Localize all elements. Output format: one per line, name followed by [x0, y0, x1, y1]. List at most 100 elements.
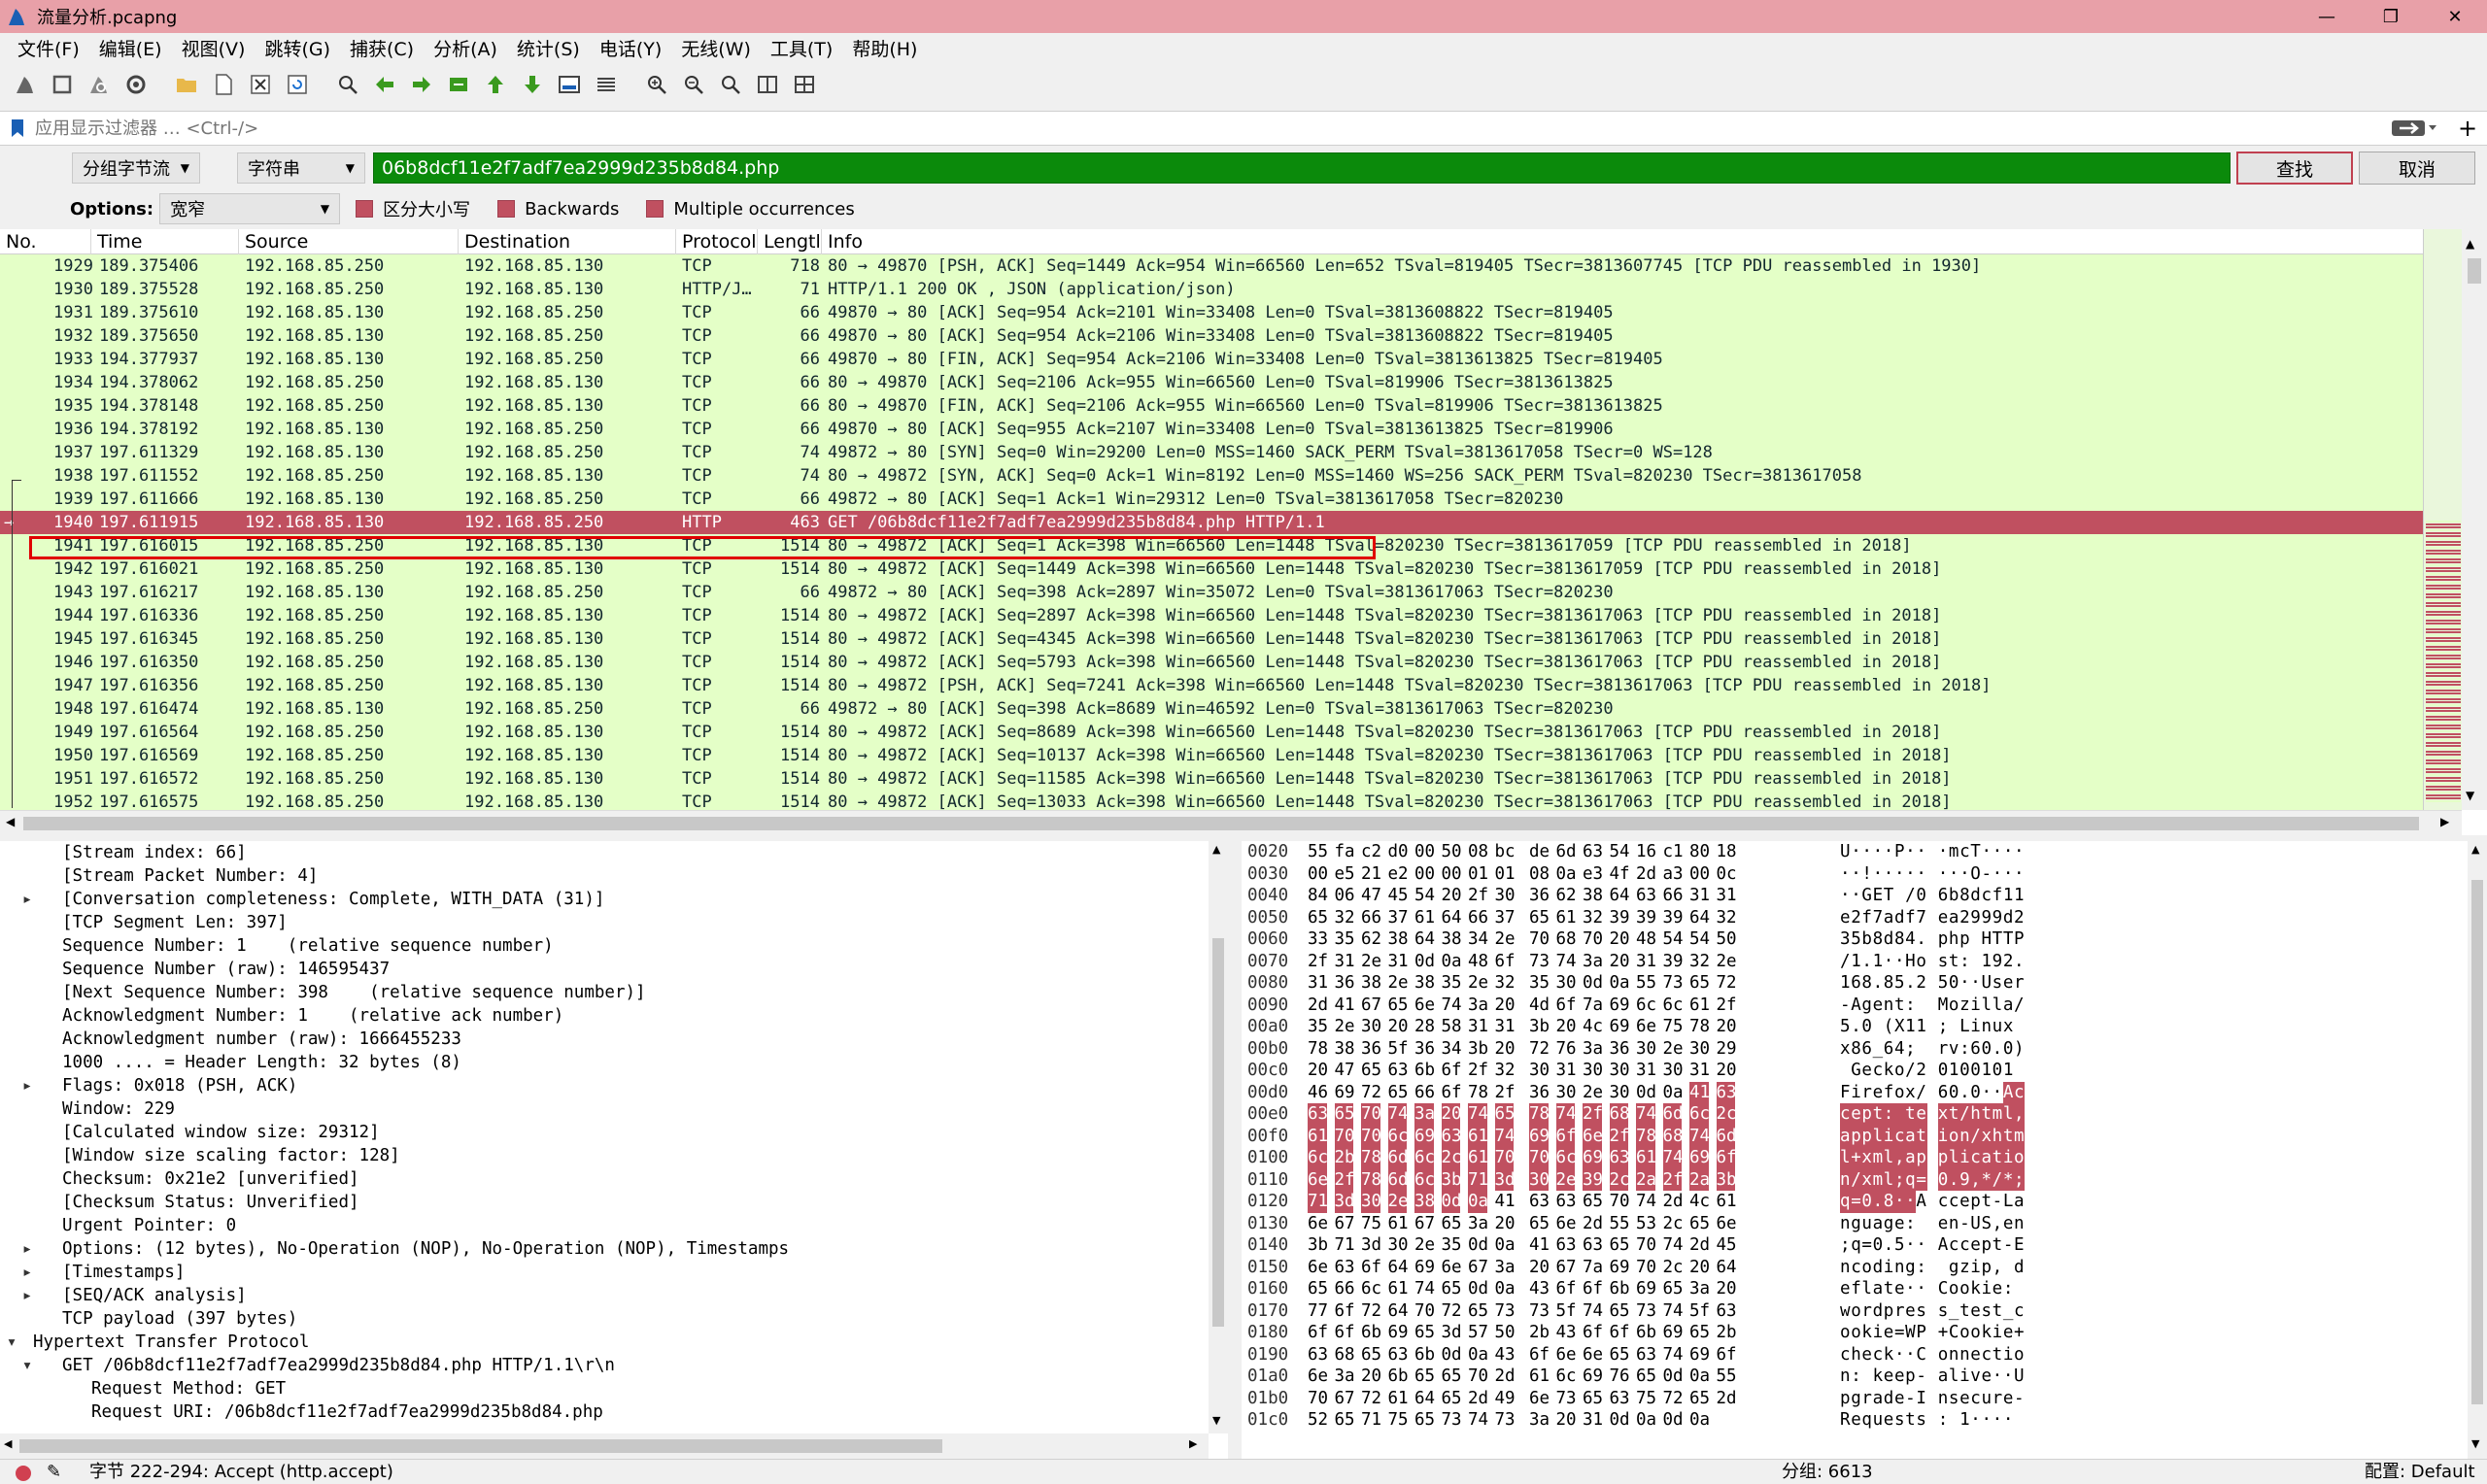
- hex-row[interactable]: 0040 84 06 47 45 54 20 2f 30 36 62 38 64 63 66 31 31 ··GE…: [1242, 885, 2446, 907]
- hex-row[interactable]: 0150 6e 63 6f 64 69 6e 67 3a 20 67 7a 69 70 2c 20 64 ncod…: [1242, 1257, 2446, 1279]
- collapse-arrow-icon[interactable]: ▾: [19, 1354, 35, 1377]
- resize-columns-button[interactable]: [752, 69, 783, 100]
- cancel-button[interactable]: 取消: [2359, 152, 2475, 185]
- hex-row[interactable]: 00d0 46 69 72 65 66 6f 78 2f 36 30 2e 30 0d 0a 41 63 Fire…: [1242, 1081, 2446, 1103]
- reload-file-button[interactable]: [282, 69, 313, 100]
- maximize-button[interactable]: ❐: [2359, 0, 2423, 33]
- detail-tree-item[interactable]: Sequence Number: 1 (relative sequence nu…: [0, 934, 1205, 958]
- hex-row[interactable]: 0020 55 fa c2 d0 00 50 08 bc de 6d 63 54 16 c1 80 18 U···…: [1242, 841, 2446, 863]
- packet-row[interactable]: 1935 194.378148 192.168.85.250 192.168.85.1…: [0, 394, 2423, 418]
- packet-row[interactable]: 1936 194.378192 192.168.85.130 192.168.85.2…: [0, 418, 2423, 441]
- search-scope-select[interactable]: 分组字节流 ▼: [72, 152, 200, 184]
- detail-tree-item[interactable]: ▸ Flags: 0x018 (PSH, ACK): [0, 1074, 1205, 1097]
- last-packet-button[interactable]: [517, 69, 548, 100]
- detail-tree-item[interactable]: [Checksum Status: Unverified]: [0, 1191, 1205, 1214]
- bytes-vertical-scrollbar[interactable]: ▲ ▼: [2468, 841, 2487, 1459]
- hex-row[interactable]: 0190 63 68 65 63 6b 0d 0a 43 6f 6e 6e 65 63 74 69 6f chec…: [1242, 1344, 2446, 1366]
- packet-row[interactable]: 1943 197.616217 192.168.85.130 192.168.85.2…: [0, 581, 2423, 604]
- menu-go[interactable]: 跳转(G): [255, 35, 340, 61]
- profile-status[interactable]: 配置: Default: [2365, 1460, 2475, 1484]
- hex-row[interactable]: 00e0 63 65 70 74 3a 20 74 65 78 74 2f 68 74 6d 6c 2c cept…: [1242, 1103, 2446, 1126]
- packet-row[interactable]: 1937 197.611329 192.168.85.130 192.168.85.2…: [0, 441, 2423, 464]
- hex-row[interactable]: 01b0 70 67 72 61 64 65 2d 49 6e 73 65 63 75 72 65 2d pgra…: [1242, 1388, 2446, 1410]
- charset-select[interactable]: 宽窄 ▼: [159, 193, 341, 224]
- packet-row[interactable]: 1952 197.616575 192.168.85.250 192.168.85.1…: [0, 791, 2423, 810]
- hex-row[interactable]: 0030 00 e5 21 e2 00 00 01 01 08 0a e3 4f 2d a3 00 0c ··!·…: [1242, 863, 2446, 886]
- packet-row[interactable]: 1934 194.378062 192.168.85.250 192.168.85.1…: [0, 371, 2423, 394]
- expand-arrow-icon[interactable]: ▸: [19, 1261, 35, 1284]
- multiple-occurrences-checkbox[interactable]: Multiple occurrences: [646, 199, 855, 219]
- zoom-out-button[interactable]: [678, 69, 709, 100]
- col-source-header[interactable]: Source: [239, 229, 459, 254]
- autoscroll-button[interactable]: [554, 69, 585, 100]
- packet-row[interactable]: 1945 197.616345 192.168.85.250 192.168.85.1…: [0, 627, 2423, 651]
- col-length-header[interactable]: Lengtl: [758, 229, 822, 254]
- packet-row[interactable]: 1949 197.616564 192.168.85.250 192.168.85.1…: [0, 721, 2423, 744]
- restart-capture-button[interactable]: [84, 69, 115, 100]
- hex-row[interactable]: 00a0 35 2e 30 20 28 58 31 31 3b 20 4c 69 6e 75 78 20 5.0 …: [1242, 1016, 2446, 1038]
- go-back-button[interactable]: [369, 69, 400, 100]
- menu-edit[interactable]: 编辑(E): [89, 35, 172, 61]
- scroll-thumb[interactable]: [2471, 880, 2483, 1404]
- hex-row[interactable]: 01c0 52 65 71 75 65 73 74 73 3a 20 31 0d 0a 0d 0a Reques…: [1242, 1409, 2446, 1432]
- menu-file[interactable]: 文件(F): [8, 35, 89, 61]
- hex-row[interactable]: 0180 6f 6f 6b 69 65 3d 57 50 2b 43 6f 6f 6b 69 65 2b ooki…: [1242, 1322, 2446, 1344]
- detail-tree-item[interactable]: [Stream index: 66]: [0, 841, 1205, 864]
- packet-row[interactable]: 1947 197.616356 192.168.85.250 192.168.85.1…: [0, 674, 2423, 697]
- scroll-thumb[interactable]: [1212, 938, 1224, 1327]
- hex-row[interactable]: 0110 6e 2f 78 6d 6c 3b 71 3d 30 2e 39 2c 2a 2f 2a 3b n/xm…: [1242, 1168, 2446, 1191]
- menu-wireless[interactable]: 无线(W): [671, 35, 761, 61]
- find-packet-button[interactable]: [332, 69, 363, 100]
- scroll-thumb[interactable]: [2468, 258, 2481, 284]
- collapse-arrow-icon[interactable]: ▾: [4, 1331, 19, 1354]
- add-filter-button[interactable]: +: [2448, 115, 2487, 142]
- hex-row[interactable]: 0130 6e 67 75 61 67 65 3a 20 65 6e 2d 55 53 2c 65 6e ngua…: [1242, 1213, 2446, 1235]
- packet-row[interactable]: 1931 189.375610 192.168.85.130 192.168.85.2…: [0, 301, 2423, 324]
- edit-comment-icon[interactable]: ✎: [47, 1460, 61, 1484]
- packet-minimap[interactable]: [2423, 229, 2462, 810]
- expert-info-icon[interactable]: [16, 1466, 31, 1481]
- packet-row[interactable]: 1951 197.616572 192.168.85.250 192.168.85.1…: [0, 767, 2423, 791]
- hex-row[interactable]: 01a0 6e 3a 20 6b 65 65 70 2d 61 6c 69 76 65 0d 0a 55 n: k…: [1242, 1366, 2446, 1388]
- detail-tree-item[interactable]: Request Method: GET: [0, 1377, 1205, 1400]
- expand-arrow-icon[interactable]: ▸: [19, 1237, 35, 1261]
- detail-tree-item[interactable]: Request URI: /06b8dcf11e2f7adf7ea2999d23…: [0, 1400, 1205, 1424]
- packet-row[interactable]: 1929 189.375406 192.168.85.250 192.168.85.1…: [0, 254, 2423, 278]
- scroll-thumb[interactable]: [19, 1439, 942, 1453]
- detail-tree-item[interactable]: ▾ GET /06b8dcf11e2f7adf7ea2999d235b8d84.p…: [0, 1354, 1205, 1377]
- minimize-button[interactable]: —: [2295, 0, 2359, 33]
- col-destination-header[interactable]: Destination: [459, 229, 676, 254]
- stop-capture-button[interactable]: [47, 69, 78, 100]
- hex-row[interactable]: 0050 65 32 66 37 61 64 66 37 65 61 32 39 39 39 64 32 e2f7…: [1242, 907, 2446, 929]
- packet-row[interactable]: 1948 197.616474 192.168.85.130 192.168.85.2…: [0, 697, 2423, 721]
- col-info-header[interactable]: Info: [822, 229, 2423, 254]
- hex-row[interactable]: 0080 31 36 38 2e 38 35 2e 32 35 30 0d 0a 55 73 65 72 168.…: [1242, 972, 2446, 995]
- hex-row[interactable]: 0060 33 35 62 38 64 38 34 2e 70 68 70 20 48 54 54 50 35b8…: [1242, 928, 2446, 951]
- search-type-select[interactable]: 字符串 ▼: [237, 152, 365, 184]
- packet-row[interactable]: 1932 189.375650 192.168.85.130 192.168.85.2…: [0, 324, 2423, 348]
- detail-tree-item[interactable]: Acknowledgment Number: 1 (relative ack n…: [0, 1004, 1205, 1028]
- packet-row[interactable]: 1938 197.611552 192.168.85.250 192.168.85.1…: [0, 464, 2423, 488]
- details-horizontal-scrollbar[interactable]: ◀ ▶: [0, 1433, 1209, 1459]
- packet-row[interactable]: 1933 194.377937 192.168.85.130 192.168.85.2…: [0, 348, 2423, 371]
- packet-row[interactable]: 1941 197.616015 192.168.85.250 192.168.85.1…: [0, 534, 2423, 557]
- detail-tree-item[interactable]: [Stream Packet Number: 4]: [0, 864, 1205, 888]
- detail-tree-item[interactable]: Window: 229: [0, 1097, 1205, 1121]
- close-button[interactable]: ✕: [2423, 0, 2487, 33]
- packet-row[interactable]: 1950 197.616569 192.168.85.250 192.168.85.1…: [0, 744, 2423, 767]
- go-to-packet-button[interactable]: [443, 69, 474, 100]
- packet-row[interactable]: 1942 197.616021 192.168.85.250 192.168.85.1…: [0, 557, 2423, 581]
- detail-tree-item[interactable]: [Window size scaling factor: 128]: [0, 1144, 1205, 1167]
- close-file-button[interactable]: [245, 69, 276, 100]
- zoom-reset-button[interactable]: [715, 69, 746, 100]
- detail-tree-item[interactable]: TCP payload (397 bytes): [0, 1307, 1205, 1331]
- detail-tree-item[interactable]: ▸ [SEQ/ACK analysis]: [0, 1284, 1205, 1307]
- start-capture-button[interactable]: [10, 69, 41, 100]
- scroll-thumb[interactable]: [23, 817, 2419, 830]
- packet-list-horizontal-scrollbar[interactable]: ◀ ▶: [0, 810, 2462, 835]
- zoom-in-button[interactable]: [641, 69, 672, 100]
- menu-statistics[interactable]: 统计(S): [507, 35, 590, 61]
- menu-help[interactable]: 帮助(H): [842, 35, 927, 61]
- menu-analyze[interactable]: 分析(A): [424, 35, 507, 61]
- detail-tree-item[interactable]: Sequence Number (raw): 146595437: [0, 958, 1205, 981]
